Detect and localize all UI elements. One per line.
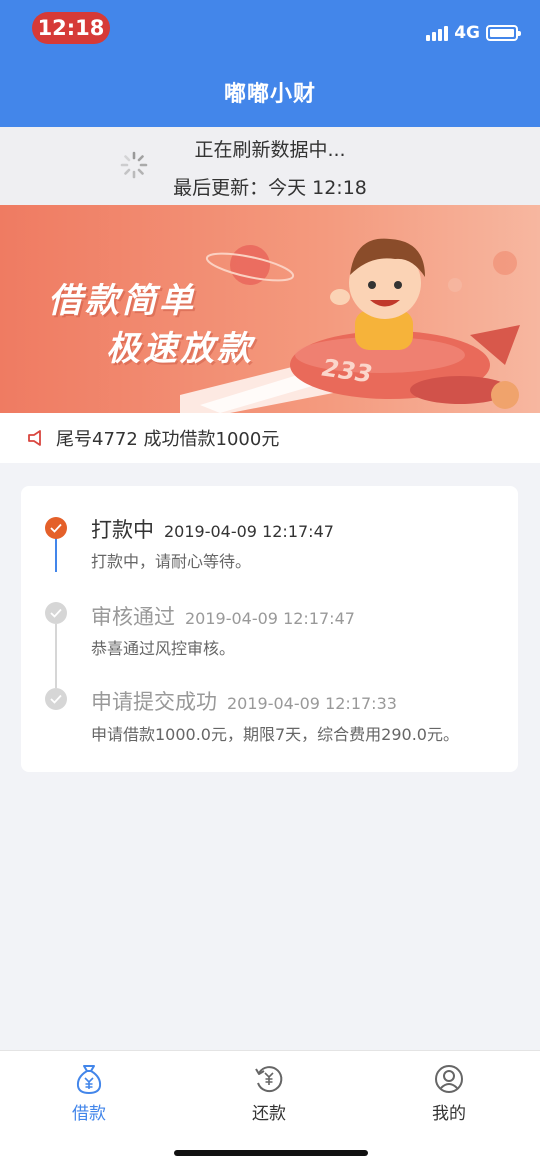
tab-label: 还款 [252,1104,286,1124]
banner-headline-2: 极速放款 [106,329,254,369]
tab-label: 借款 [72,1104,106,1124]
step-check-icon [45,688,67,710]
notice-text: 尾号4772 成功借款1000元 [56,429,280,450]
step-check-icon [45,602,67,624]
tab-label: 我的 [432,1104,466,1124]
promo-banner[interactable]: 借款简单 极速放款 233 [0,205,540,413]
tab-repay[interactable]: 还款 [209,1063,329,1124]
status-time: 12:18 [32,12,110,44]
step-title-text: 打款中 [91,518,154,542]
timeline-connector [55,624,57,688]
status-indicators: 4G [426,22,521,44]
tab-loan[interactable]: 借款 [29,1063,149,1124]
notice-bar[interactable]: 尾号4772 成功借款1000元 [0,413,540,463]
step-time: 2019-04-09 12:17:47 [164,522,334,541]
repay-icon [255,1066,283,1093]
profile-icon [435,1065,463,1093]
step-description: 申请借款1000.0元，期限7天，综合费用290.0元。 [91,725,459,744]
money-bag-icon [76,1065,102,1095]
step-time: 2019-04-09 12:17:47 [185,609,355,628]
step-title-text: 审核通过 [91,605,175,629]
step-title: 申请提交成功 2019-04-09 12:17:33 [91,686,397,716]
home-indicator[interactable] [174,1150,368,1156]
step-description: 恭喜通过风控审核。 [91,639,236,658]
speaker-icon [28,430,41,446]
step-time: 2019-04-09 12:17:33 [227,694,397,713]
banner-headline-1: 借款简单 [48,281,196,321]
step-description: 打款中，请耐心等待。 [91,552,252,571]
page-title: 嘟嘟小财 [223,82,316,107]
step-title: 打款中 2019-04-09 12:17:47 [91,514,334,544]
loan-progress-card: 打款中 2019-04-09 12:17:47 打款中，请耐心等待。 审核通过 20… [21,486,518,772]
step-title: 审核通过 2019-04-09 12:17:47 [91,601,355,631]
signal-icon [426,25,449,41]
last-update-time: 最后更新：今天 12:18 [173,177,367,199]
pull-refresh-area: 正在刷新数据中... 最后更新：今天 12:18 [0,127,540,205]
tab-profile[interactable]: 我的 [389,1063,509,1124]
network-type: 4G [454,23,480,43]
refresh-status: 正在刷新数据中... [194,139,346,161]
step-check-icon [45,517,67,539]
step-title-text: 申请提交成功 [91,690,217,714]
top-bar: 12:18 4G 嘟嘟小财 [0,0,540,127]
timeline-connector [55,538,57,572]
battery-icon [486,25,521,41]
